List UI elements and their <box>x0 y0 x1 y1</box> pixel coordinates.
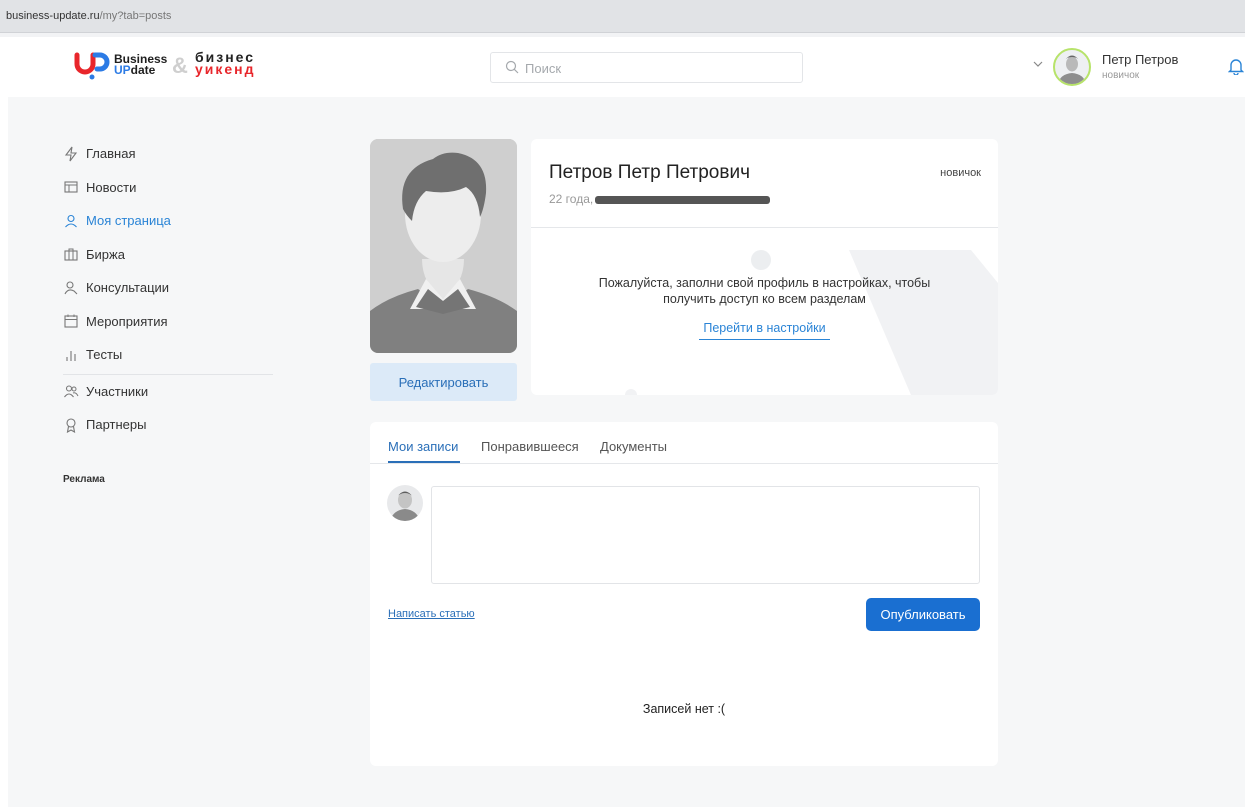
sidebar-item-label: Мероприятия <box>86 313 168 329</box>
sidebar-item-events[interactable]: Мероприятия <box>63 305 273 339</box>
sidebar-item-home[interactable]: Главная <box>63 137 273 171</box>
sidebar-item-my-page[interactable]: Моя страница <box>63 204 273 238</box>
profile-role: новичок <box>940 167 981 179</box>
award-icon <box>66 418 76 433</box>
consult-icon <box>64 281 78 295</box>
post-text-input[interactable] <box>431 486 980 584</box>
avatar-placeholder-icon <box>390 491 420 521</box>
page: Business UPdate & бизнес уикенд Поиск Пе… <box>8 37 1245 807</box>
browser-url-bar[interactable]: business-update.ru/my?tab=posts <box>0 0 1245 33</box>
sidebar-item-label: Участники <box>86 383 149 399</box>
empty-posts-message: Записей нет :( <box>642 702 726 716</box>
go-to-settings-link[interactable]: Перейти в настройки <box>699 321 830 340</box>
sidebar-item-exchange[interactable]: Биржа <box>63 238 273 272</box>
tab-documents[interactable]: Документы <box>600 439 667 454</box>
logo-ampersand: & <box>172 53 188 78</box>
publish-button[interactable]: Опубликовать <box>866 598 980 631</box>
sidebar-item-label: Партнеры <box>86 417 147 433</box>
profile-notice: Пожалуйста, заполни свой профиль в настр… <box>598 276 931 306</box>
profile-full-name: Петров Петр Петрович <box>549 162 750 183</box>
posts-card: Мои записи Понравившееся Документы Напис… <box>370 422 998 766</box>
search-input[interactable] <box>525 58 785 78</box>
bars-icon <box>66 350 76 361</box>
person-silhouette-icon <box>370 139 517 353</box>
profile-info-card: Петров Петр Петрович 22 года, новичок По… <box>531 139 998 395</box>
sidebar-item-tests[interactable]: Тесты <box>63 338 273 372</box>
site-header: Business UPdate & бизнес уикенд Поиск Пе… <box>8 37 1245 97</box>
tab-my-posts[interactable]: Мои записи <box>388 439 458 454</box>
profile-meta: 22 года, <box>549 192 771 206</box>
posts-tabs: Мои записи Понравившееся Документы <box>370 422 998 464</box>
url-text[interactable]: business-update.ru/my?tab=posts <box>6 10 171 22</box>
sidebar-item-label: Консультации <box>86 280 170 296</box>
ad-label: Реклама <box>63 473 105 485</box>
sidebar-item-members[interactable]: Участники <box>63 375 273 409</box>
write-article-link[interactable]: Написать статью <box>388 608 475 620</box>
sidebar-item-label: Моя страница <box>86 213 171 229</box>
sidebar-item-label: Новости <box>86 179 137 195</box>
active-tab-indicator <box>388 461 460 463</box>
avatar-placeholder-icon <box>1058 55 1086 84</box>
user-avatar[interactable] <box>1053 48 1091 86</box>
sidebar-item-label: Главная <box>86 146 136 162</box>
users-icon <box>64 385 79 398</box>
tab-liked[interactable]: Понравившееся <box>481 439 579 454</box>
post-author-avatar <box>387 485 423 521</box>
chevron-down-icon[interactable] <box>1033 61 1043 67</box>
lightning-icon <box>64 146 78 162</box>
sidebar-item-consultations[interactable]: Консультации <box>63 271 273 305</box>
bell-icon[interactable] <box>1228 57 1244 75</box>
profile-photo <box>370 139 517 353</box>
site-logo[interactable]: Business UPdate & бизнес уикенд <box>74 49 294 81</box>
sidebar-item-label: Тесты <box>86 347 123 363</box>
logo-biznes-weekend: бизнес уикенд <box>195 49 256 77</box>
background-decoration <box>625 250 998 395</box>
edit-profile-button[interactable]: Редактировать <box>370 363 517 401</box>
calendar-icon <box>64 314 78 328</box>
user-icon <box>65 214 77 228</box>
redacted-email <box>595 195 771 204</box>
sidebar-item-news[interactable]: Новости <box>63 171 273 205</box>
sidebar-item-label: Биржа <box>86 246 125 262</box>
logo-mark-icon <box>74 52 110 80</box>
search-box[interactable] <box>490 52 803 83</box>
user-name[interactable]: Петр Петров <box>1102 52 1178 67</box>
briefcase-icon <box>64 248 78 261</box>
logo-business-update: Business UPdate <box>114 52 168 77</box>
sidebar-nav: Главная Новости Моя страница Биржа Консу… <box>63 137 273 485</box>
sidebar-item-partners[interactable]: Партнеры <box>63 408 273 442</box>
user-role: новичок <box>1102 70 1140 81</box>
news-icon <box>64 181 78 193</box>
search-icon <box>505 60 519 74</box>
